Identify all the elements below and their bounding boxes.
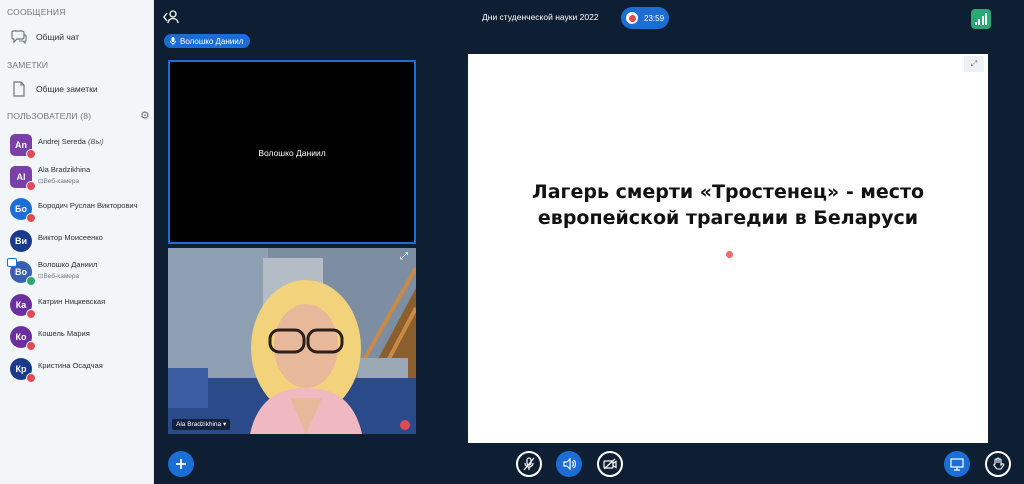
- add-action-button[interactable]: [168, 451, 194, 477]
- laser-pointer: [726, 251, 733, 258]
- document-icon: [10, 80, 28, 98]
- user-back-icon[interactable]: [162, 9, 180, 25]
- user-list-item[interactable]: Бо Бородич Руслан Викторович: [0, 195, 154, 223]
- gear-icon[interactable]: ⚙: [140, 111, 151, 122]
- users-section-title: ПОЛЬЗОВАТЕЛИ (8): [7, 111, 92, 121]
- muted-icon: [26, 341, 36, 351]
- user-list-item[interactable]: Al Ala Bradzikhina ⊡Веб-камера: [0, 163, 154, 191]
- avatar: Во: [7, 258, 36, 286]
- user-webcam-status: ⊡Веб-камера: [38, 178, 80, 185]
- user-name: Ala Bradzikhina: [38, 165, 91, 174]
- presentation-slide[interactable]: ⤢ Лагерь смерти «Тростенец» - место евро…: [468, 54, 988, 443]
- user-name: Катрин Ницкевская: [38, 297, 106, 306]
- user-name: Andrej Sereda (Вы): [38, 137, 104, 146]
- public-chat-item[interactable]: Общий чат: [0, 25, 154, 49]
- record-icon: [626, 12, 638, 24]
- video-tile-name: Ala Bradzikhina ▾: [172, 419, 231, 430]
- video-tile-name: Волошко Даниил: [258, 148, 326, 158]
- avatar: Бо: [10, 198, 36, 223]
- slide-title: Лагерь смерти «Тростенец» - место европе…: [531, 181, 925, 229]
- muted-icon: [26, 149, 36, 159]
- user-list-item[interactable]: Во Волошко Даниил ⊡Веб-камера: [0, 258, 154, 286]
- shared-notes-label: Общие заметки: [36, 84, 98, 94]
- unmute-button[interactable]: [516, 451, 542, 477]
- plus-icon: [176, 459, 186, 469]
- muted-icon: [26, 373, 36, 383]
- user-list-item[interactable]: Ка Катрин Ницкевская: [0, 291, 154, 319]
- avatar: Кр: [10, 358, 36, 383]
- video-tile[interactable]: ⤢ Ala Bradzikhina ▾: [168, 248, 416, 434]
- avatar: Ко: [10, 326, 36, 351]
- user-name: Виктор Моисеенко: [38, 233, 103, 242]
- video-tile[interactable]: Волошко Даниил: [168, 60, 416, 244]
- user-name: Кошель Мария: [38, 329, 90, 338]
- avatar: Ви: [10, 230, 32, 252]
- shared-notes-item[interactable]: Общие заметки: [0, 77, 154, 101]
- fullscreen-icon[interactable]: ⤢: [400, 251, 412, 263]
- user-list-item[interactable]: Ко Кошель Мария: [0, 323, 154, 351]
- presentation-button[interactable]: [944, 451, 970, 477]
- user-name: Кристина Осадчая: [38, 361, 103, 370]
- recording-button[interactable]: 23:59: [621, 7, 669, 29]
- sidebar: СООБЩЕНИЯ Общий чат ЗАМЕТКИ Общие заметк…: [0, 0, 154, 484]
- speaker-icon: [563, 457, 576, 471]
- notes-section-title: ЗАМЕТКИ: [7, 60, 49, 70]
- messages-section-title: СООБЩЕНИЯ: [7, 7, 66, 17]
- webcam-video-frame: [168, 248, 416, 434]
- chat-bubble-icon: [10, 28, 28, 46]
- user-list-item[interactable]: Кр Кристина Осадчая: [0, 355, 154, 383]
- muted-icon: [26, 213, 36, 223]
- raise-hand-button[interactable]: [985, 451, 1011, 477]
- talking-user-name: Волошко Даниил: [180, 36, 244, 46]
- user-name: Волошко Даниил: [38, 260, 98, 269]
- camera-off-icon: [603, 458, 617, 470]
- muted-icon: [26, 309, 36, 319]
- screen-icon: [950, 457, 964, 471]
- muted-icon: [26, 181, 36, 191]
- talking-indicator: Волошко Даниил: [164, 34, 251, 48]
- avatar: An: [10, 134, 36, 159]
- share-webcam-button[interactable]: [597, 451, 623, 477]
- hand-icon: [993, 457, 1005, 470]
- webcam-status-icon: [26, 276, 36, 286]
- user-name: Бородич Руслан Викторович: [38, 201, 138, 210]
- avatar: Ка: [10, 294, 36, 319]
- signal-bars-icon[interactable]: [971, 9, 991, 29]
- fullscreen-icon[interactable]: ⤢: [964, 56, 984, 72]
- presenter-icon: [7, 258, 17, 267]
- mic-icon: [170, 37, 176, 45]
- user-list-item[interactable]: An Andrej Sereda (Вы): [0, 131, 154, 159]
- muted-icon: [400, 420, 410, 430]
- meeting-title: Дни студенческой науки 2022: [482, 12, 599, 22]
- user-list-item[interactable]: Ви Виктор Моисеенко: [0, 227, 154, 255]
- audio-button[interactable]: [556, 451, 582, 477]
- user-webcam-status: ⊡Веб-камера: [38, 273, 80, 280]
- mic-off-icon: [523, 457, 535, 471]
- avatar: Al: [10, 166, 36, 191]
- recording-time: 23:59: [644, 13, 665, 23]
- public-chat-label: Общий чат: [36, 32, 80, 42]
